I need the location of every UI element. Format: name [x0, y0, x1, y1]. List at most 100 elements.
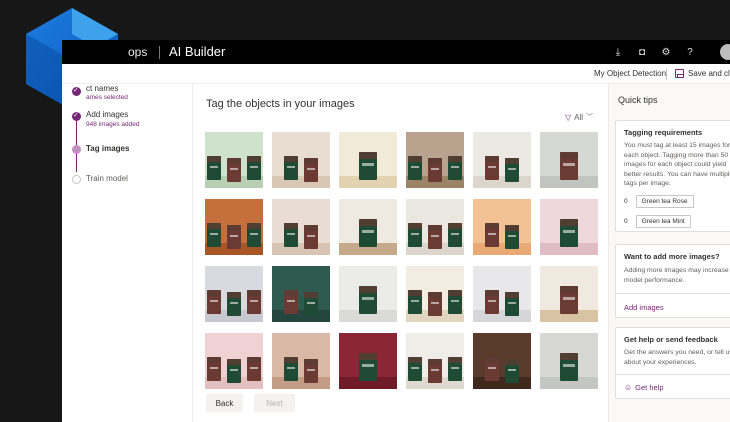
download-icon[interactable]: ⤓: [612, 46, 624, 58]
app-name[interactable]: ops: [128, 45, 147, 59]
tea-can: [207, 156, 221, 180]
tea-can: [485, 357, 499, 381]
tea-can: [428, 225, 442, 249]
top-bar: ops AI Builder ⤓ ◘ ⚙ ?: [62, 40, 730, 64]
card-divider: [616, 293, 730, 294]
card-heading: Tagging requirements: [624, 128, 703, 137]
image-thumbnail[interactable]: [540, 266, 598, 322]
gear-icon[interactable]: ⚙: [660, 46, 672, 58]
feedback-icon: ☺: [624, 383, 633, 392]
step-subtitle: 948 images added: [86, 121, 140, 128]
tea-can: [408, 223, 422, 247]
image-thumbnail[interactable]: [272, 132, 330, 188]
tag-count: 0: [624, 218, 628, 225]
tea-can: [247, 290, 261, 314]
image-thumbnail[interactable]: [473, 132, 531, 188]
tea-can: [485, 223, 499, 247]
step-check-icon: [72, 111, 81, 121]
image-thumbnail[interactable]: [272, 266, 330, 322]
tea-can: [284, 290, 298, 314]
tag-count: 0: [624, 198, 628, 205]
tea-can: [505, 359, 519, 383]
image-thumbnail[interactable]: [339, 132, 397, 188]
page-title: Tag the objects in your images: [206, 98, 355, 110]
step-progress-line: [76, 114, 77, 172]
add-images-card: Want to add more images? Adding more ima…: [615, 244, 730, 318]
image-thumbnail[interactable]: [406, 333, 464, 389]
tips-title: Quick tips: [618, 95, 658, 105]
tea-can: [408, 156, 422, 180]
image-thumbnail[interactable]: [540, 333, 598, 389]
image-thumbnail[interactable]: [473, 333, 531, 389]
card-divider: [616, 374, 730, 375]
card-heading: Get help or send feedback: [624, 335, 718, 344]
tea-can: [428, 359, 442, 383]
card-body: Adding more images may increase model pe…: [624, 267, 729, 284]
tea-can: [304, 158, 318, 182]
product-name[interactable]: AI Builder: [169, 44, 225, 59]
filter-icon: ▽: [565, 112, 572, 122]
image-thumbnail[interactable]: [406, 266, 464, 322]
image-surface: [272, 309, 330, 322]
image-surface: [272, 242, 330, 255]
help-card: Get help or send feedback Get the answer…: [615, 327, 730, 399]
tea-can: [227, 359, 241, 383]
tea-can: [359, 219, 377, 247]
tea-can: [207, 357, 221, 381]
tea-can: [304, 359, 318, 383]
quick-tips-panel: Quick tips Tagging requirements You must…: [608, 84, 730, 422]
tag-chip: Green tea Mint: [635, 215, 691, 228]
next-button[interactable]: Next: [254, 394, 295, 412]
tea-can: [560, 286, 578, 314]
image-thumbnail[interactable]: [339, 199, 397, 255]
back-button[interactable]: Back: [206, 394, 243, 412]
step-subtitle: ames selected: [86, 94, 128, 101]
image-thumbnail[interactable]: [406, 199, 464, 255]
help-icon[interactable]: ?: [684, 46, 696, 58]
image-thumbnail[interactable]: [339, 333, 397, 389]
image-thumbnail[interactable]: [473, 199, 531, 255]
tea-can: [505, 292, 519, 316]
tea-can: [448, 223, 462, 247]
card-body: Get the answers you need, or tell us abo…: [624, 349, 730, 366]
step-pending-icon: [72, 175, 81, 184]
image-thumbnail[interactable]: [205, 199, 263, 255]
image-thumbnail[interactable]: [205, 266, 263, 322]
image-thumbnail[interactable]: [205, 132, 263, 188]
image-thumbnail[interactable]: [540, 132, 598, 188]
tea-can: [207, 290, 221, 314]
add-images-link[interactable]: Add images: [624, 303, 664, 312]
get-help-label: Get help: [635, 383, 664, 392]
step-current-icon: [72, 145, 81, 154]
save-and-close-button[interactable]: Save and close: [688, 69, 730, 78]
card-body: You must tag at least 15 images for each…: [624, 142, 730, 187]
tea-can: [560, 152, 578, 180]
tea-can: [505, 225, 519, 249]
chevron-down-icon: ﹀: [586, 114, 594, 121]
image-thumbnail[interactable]: [205, 333, 263, 389]
tea-can: [227, 292, 241, 316]
card-heading: Want to add more images?: [624, 252, 720, 261]
bell-icon[interactable]: ◘: [636, 46, 648, 58]
tagging-requirements-card: Tagging requirements You must tag at lea…: [615, 120, 730, 232]
image-thumbnail[interactable]: [406, 132, 464, 188]
tea-can: [408, 290, 422, 314]
avatar[interactable]: [720, 44, 730, 60]
model-name: My Object Detection: [594, 69, 667, 78]
image-thumbnail[interactable]: [272, 333, 330, 389]
image-thumbnail[interactable]: [473, 266, 531, 322]
tea-can: [284, 223, 298, 247]
main-content: Tag the objects in your images ▽ All ﹀ B…: [193, 84, 608, 422]
save-icon[interactable]: [675, 69, 684, 78]
get-help-link[interactable]: ☺ Get help: [624, 383, 664, 392]
wizard-steps: ct names ames selected Add images 948 im…: [62, 84, 193, 422]
image-thumbnail[interactable]: [540, 199, 598, 255]
image-surface: [272, 175, 330, 188]
image-thumbnail[interactable]: [339, 266, 397, 322]
command-bar: My Object Detection Save and close: [62, 64, 730, 84]
tea-can: [448, 357, 462, 381]
tag-chip: Green tea Rose: [635, 195, 694, 208]
filter-dropdown[interactable]: ▽ All ﹀: [565, 112, 593, 122]
image-thumbnail[interactable]: [272, 199, 330, 255]
tea-can: [227, 225, 241, 249]
